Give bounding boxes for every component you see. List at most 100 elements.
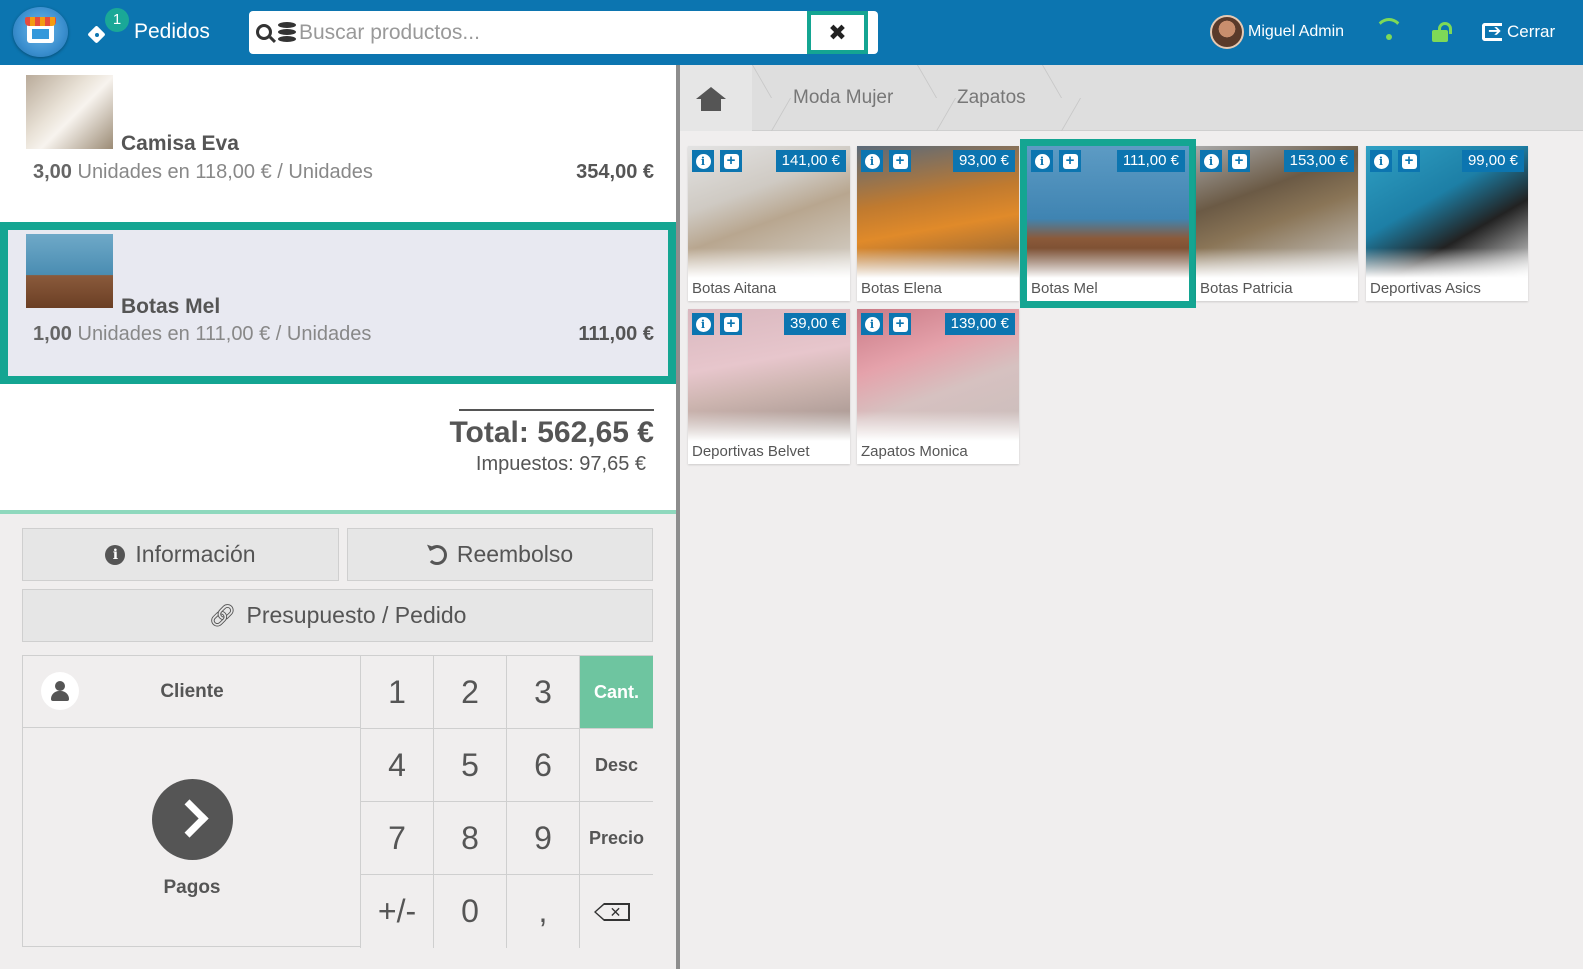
breadcrumb-item-moda-mujer[interactable]: Moda Mujer xyxy=(793,65,893,131)
clear-search-button[interactable]: ✖ xyxy=(807,11,868,54)
product-info-button[interactable]: i xyxy=(1370,150,1392,172)
order-line-detail: 1,00 Unidades en 111,00 € / Unidades xyxy=(33,323,371,346)
plus-icon: + xyxy=(892,316,908,332)
product-add-button[interactable]: + xyxy=(1228,150,1250,172)
user-name: Miguel Admin xyxy=(1248,23,1345,40)
product-info-button[interactable]: i xyxy=(692,150,714,172)
order-line-selected[interactable]: Botas Mel 1,00 Unidades en 111,00 € / Un… xyxy=(0,222,676,384)
product-add-button[interactable]: + xyxy=(1398,150,1420,172)
product-card[interactable]: i + 93,00 € Botas Elena xyxy=(857,146,1019,301)
product-name: Botas Elena xyxy=(861,280,942,297)
product-name: Botas Mel xyxy=(1031,280,1098,297)
orders-label: Pedidos xyxy=(134,20,210,43)
product-info-button[interactable]: i xyxy=(1031,150,1053,172)
info-icon: i xyxy=(105,544,126,565)
orders-count-badge: 1 xyxy=(105,8,129,32)
key-1[interactable]: 1 xyxy=(361,656,434,729)
customer-button[interactable]: Cliente xyxy=(23,656,361,728)
plus-icon: + xyxy=(1401,153,1417,169)
key-5[interactable]: 5 xyxy=(434,729,507,802)
search-input[interactable] xyxy=(299,17,799,49)
order-line-detail: 3,00 Unidades en 118,00 € / Unidades xyxy=(33,161,373,184)
tag-icon xyxy=(86,25,108,47)
database-icon xyxy=(278,22,296,43)
order-line-price: 111,00 € xyxy=(578,323,654,345)
product-card-selected[interactable]: i + 111,00 € Botas Mel xyxy=(1027,146,1189,301)
quote-order-label: Presupuesto / Pedido xyxy=(246,602,467,628)
product-price: 141,00 € xyxy=(775,150,846,172)
orders-button[interactable]: 1 Pedidos xyxy=(86,8,210,52)
order-line-price: 354,00 € xyxy=(576,161,654,183)
key-0[interactable]: 0 xyxy=(434,875,507,948)
product-name: Deportivas Belvet xyxy=(692,443,810,460)
product-info-button[interactable]: i xyxy=(861,313,883,335)
product-price: 39,00 € xyxy=(783,313,846,335)
payment-label: Pagos xyxy=(163,877,221,898)
key-plus-minus[interactable]: +/- xyxy=(361,875,434,948)
divider xyxy=(459,409,654,411)
search-bar: ✖ xyxy=(249,11,878,54)
key-2[interactable]: 2 xyxy=(434,656,507,729)
plus-icon: + xyxy=(1231,153,1247,169)
key-9[interactable]: 9 xyxy=(507,802,580,875)
product-add-button[interactable]: + xyxy=(889,313,911,335)
key-6[interactable]: 6 xyxy=(507,729,580,802)
backspace-button[interactable]: ✕ xyxy=(580,875,653,948)
order-taxes: Impuestos: 97,65 € xyxy=(475,453,646,475)
product-name: Botas Patricia xyxy=(1200,280,1293,297)
info-icon: i xyxy=(695,316,711,332)
order-line[interactable]: Camisa Eva 3,00 Unidades en 118,00 € / U… xyxy=(0,65,676,223)
information-button[interactable]: i Información xyxy=(22,528,339,581)
product-price: 111,00 € xyxy=(1116,150,1185,172)
product-info-button[interactable]: i xyxy=(1200,150,1222,172)
product-name: Botas Aitana xyxy=(692,280,777,297)
undo-icon xyxy=(426,544,447,565)
key-4[interactable]: 4 xyxy=(361,729,434,802)
breadcrumb-item-zapatos[interactable]: Zapatos xyxy=(957,65,1026,131)
info-icon: i xyxy=(864,316,880,332)
product-add-button[interactable]: + xyxy=(720,150,742,172)
plus-icon: + xyxy=(1062,153,1078,169)
info-icon: i xyxy=(1373,153,1389,169)
key-3[interactable]: 3 xyxy=(507,656,580,729)
user-menu[interactable]: Miguel Admin xyxy=(1210,15,1344,49)
mode-price-button[interactable]: Precio xyxy=(580,802,653,875)
refund-label: Reembolso xyxy=(456,541,574,567)
mode-quantity-button[interactable]: Cant. xyxy=(580,656,653,729)
product-card[interactable]: i + 139,00 € Zapatos Monica xyxy=(857,309,1019,464)
product-add-button[interactable]: + xyxy=(1059,150,1081,172)
mode-discount-button[interactable]: Desc xyxy=(580,729,653,802)
product-price: 93,00 € xyxy=(952,150,1015,172)
key-7[interactable]: 7 xyxy=(361,802,434,875)
logout-button[interactable]: Cerrar xyxy=(1482,20,1555,44)
unlock-icon[interactable] xyxy=(1432,22,1452,42)
product-info-button[interactable]: i xyxy=(692,313,714,335)
refund-button[interactable]: Reembolso xyxy=(347,528,653,581)
numpad: Cliente Pagos 1 2 3 Cant. 4 5 6 Desc 7 8… xyxy=(22,655,653,948)
store-logo-icon[interactable] xyxy=(13,7,68,57)
order-line-unit-info: Unidades en 118,00 € / Unidades xyxy=(71,161,373,183)
product-card[interactable]: i + 39,00 € Deportivas Belvet xyxy=(688,309,850,464)
key-8[interactable]: 8 xyxy=(434,802,507,875)
product-add-button[interactable]: + xyxy=(720,313,742,335)
payment-button[interactable]: Pagos xyxy=(23,728,361,948)
info-icon: i xyxy=(1203,153,1219,169)
info-icon: i xyxy=(1034,153,1050,169)
plus-icon: + xyxy=(723,153,739,169)
home-icon xyxy=(696,87,726,111)
order-line-name: Botas Mel xyxy=(121,295,221,318)
info-icon: i xyxy=(695,153,711,169)
product-add-button[interactable]: + xyxy=(889,150,911,172)
action-pad: i Información Reembolso 🔗︎ Presupuesto /… xyxy=(0,510,676,969)
breadcrumb-separator xyxy=(1042,65,1062,131)
product-card[interactable]: i + 153,00 € Botas Patricia xyxy=(1196,146,1358,301)
breadcrumb-home[interactable] xyxy=(680,65,752,131)
order-summary: Total: 562,65 € Impuestos: 97,65 € xyxy=(0,385,676,510)
key-comma[interactable]: , xyxy=(507,875,580,948)
quote-order-button[interactable]: 🔗︎ Presupuesto / Pedido xyxy=(22,589,653,642)
customer-label: Cliente xyxy=(160,680,224,702)
product-info-button[interactable]: i xyxy=(861,150,883,172)
product-card[interactable]: i + 99,00 € Deportivas Asics xyxy=(1366,146,1528,301)
product-card[interactable]: i + 141,00 € Botas Aitana xyxy=(688,146,850,301)
product-name: Zapatos Monica xyxy=(861,443,968,460)
